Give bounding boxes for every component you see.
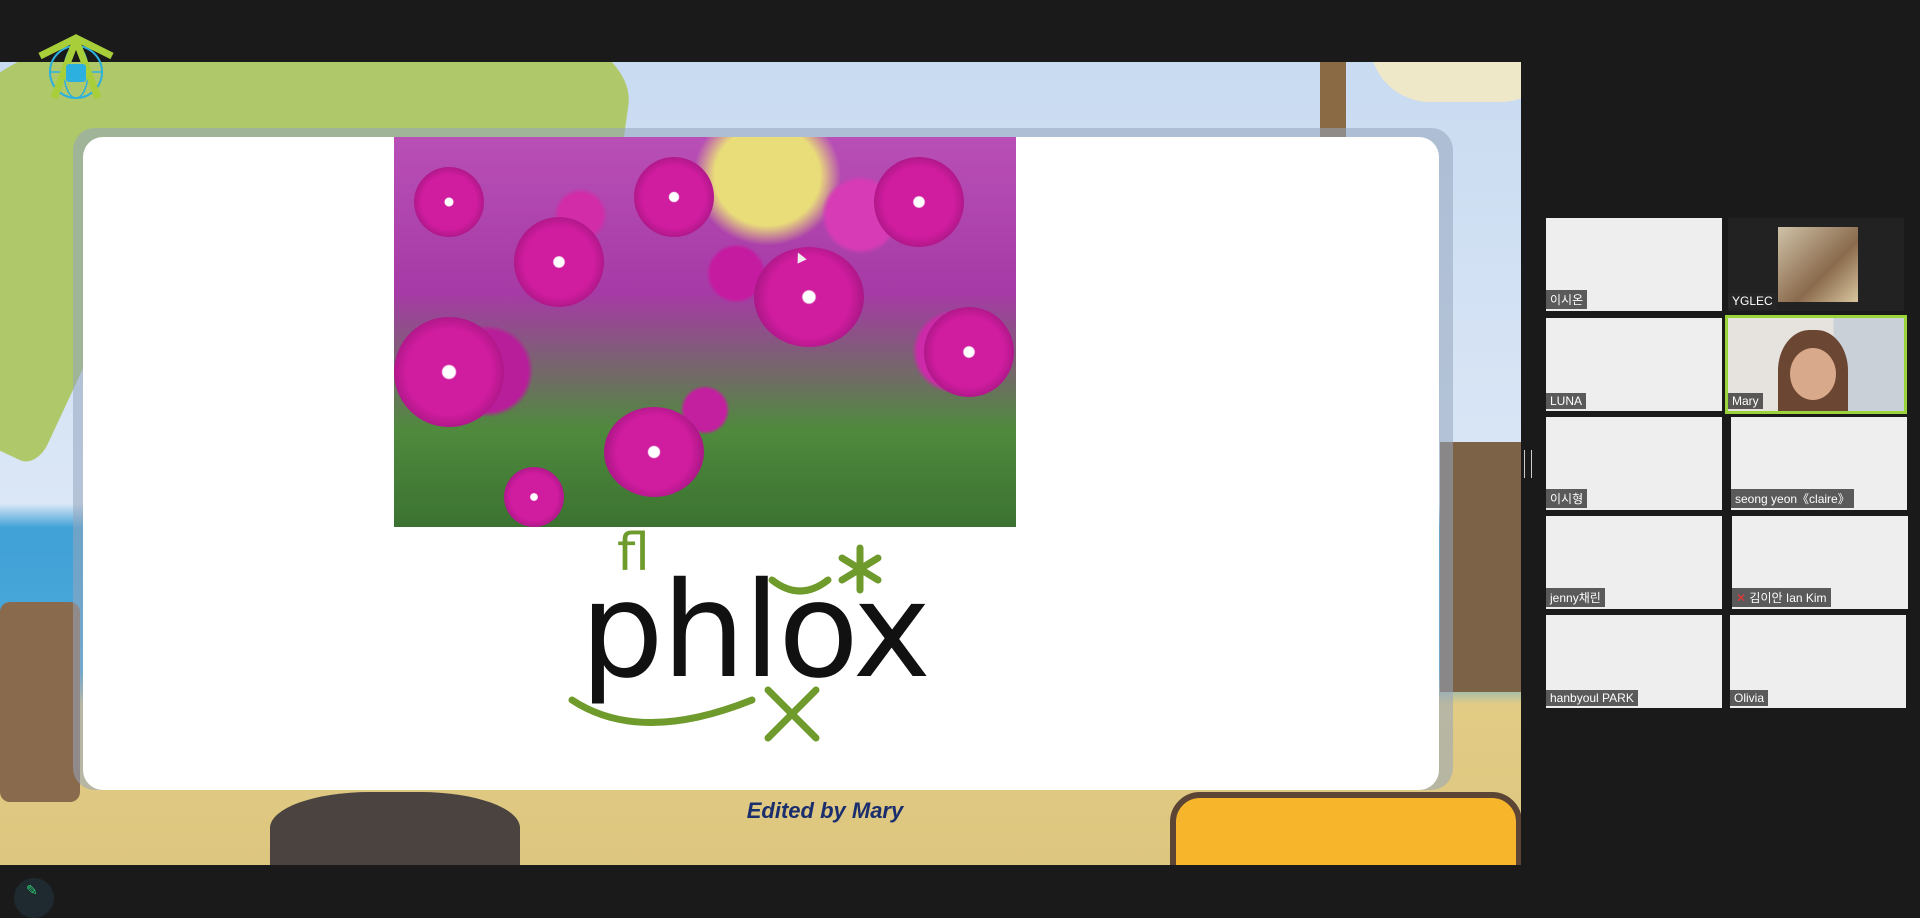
flower-cluster: [924, 307, 1014, 397]
participant-name-with-mute: ✕ 김이안 Ian Kim: [1732, 588, 1831, 607]
flower-cluster: [504, 467, 564, 527]
participant-name: Olivia: [1730, 690, 1769, 706]
participant-name: 김이안 Ian Kim: [1749, 591, 1827, 605]
panel-resize-handle[interactable]: [1524, 450, 1532, 478]
pen-icon: ✎: [26, 882, 38, 898]
participant-name: seong yeon《claire》: [1731, 489, 1854, 508]
participant-tile[interactable]: YGLEC: [1728, 218, 1904, 311]
phonics-marks-icon: [568, 544, 882, 742]
flower-cluster: [514, 217, 604, 307]
participant-tile[interactable]: LUNA: [1546, 318, 1722, 411]
flower-cluster: [874, 157, 964, 247]
participant-tile[interactable]: ✕ 김이안 Ian Kim: [1732, 516, 1908, 609]
muted-mic-icon: ✕: [1736, 591, 1747, 605]
participant-tile[interactable]: 이시온: [1546, 218, 1722, 311]
globe-e-logo-icon: [38, 34, 114, 100]
participant-tile-active-speaker[interactable]: Mary: [1725, 315, 1907, 414]
participant-name: YGLEC: [1728, 293, 1777, 309]
participant-name: 이시온: [1546, 290, 1588, 309]
participant-name: jenny채린: [1546, 588, 1605, 607]
barrel-decoration: [0, 602, 80, 802]
annotate-pen-button[interactable]: ✎: [14, 878, 54, 918]
flower-cluster: [394, 317, 504, 427]
participant-tile[interactable]: 이시형: [1546, 417, 1722, 510]
slide-caption: Edited by Mary: [746, 798, 904, 823]
x-mark: [764, 686, 820, 742]
participant-name: Mary: [1728, 393, 1763, 409]
asterisk-mark: [838, 544, 882, 594]
flower-cluster: [754, 247, 864, 347]
participant-video: [1778, 227, 1858, 302]
flower-cluster: [604, 407, 704, 497]
participant-name: hanbyoul PARK: [1546, 690, 1638, 706]
participant-face: [1790, 348, 1836, 400]
participant-tile[interactable]: hanbyoul PARK: [1546, 615, 1722, 708]
participant-name: 이시형: [1546, 489, 1588, 508]
phlox-flower-photo: [394, 137, 1016, 527]
participant-tile[interactable]: Olivia: [1730, 615, 1906, 708]
participant-tile[interactable]: seong yeon《claire》: [1731, 417, 1907, 510]
participant-name: LUNA: [1546, 393, 1587, 409]
ship-sail: [1370, 62, 1521, 102]
flower-cluster: [634, 157, 714, 237]
participant-tile[interactable]: jenny채린: [1546, 516, 1722, 609]
flower-cluster: [414, 167, 484, 237]
